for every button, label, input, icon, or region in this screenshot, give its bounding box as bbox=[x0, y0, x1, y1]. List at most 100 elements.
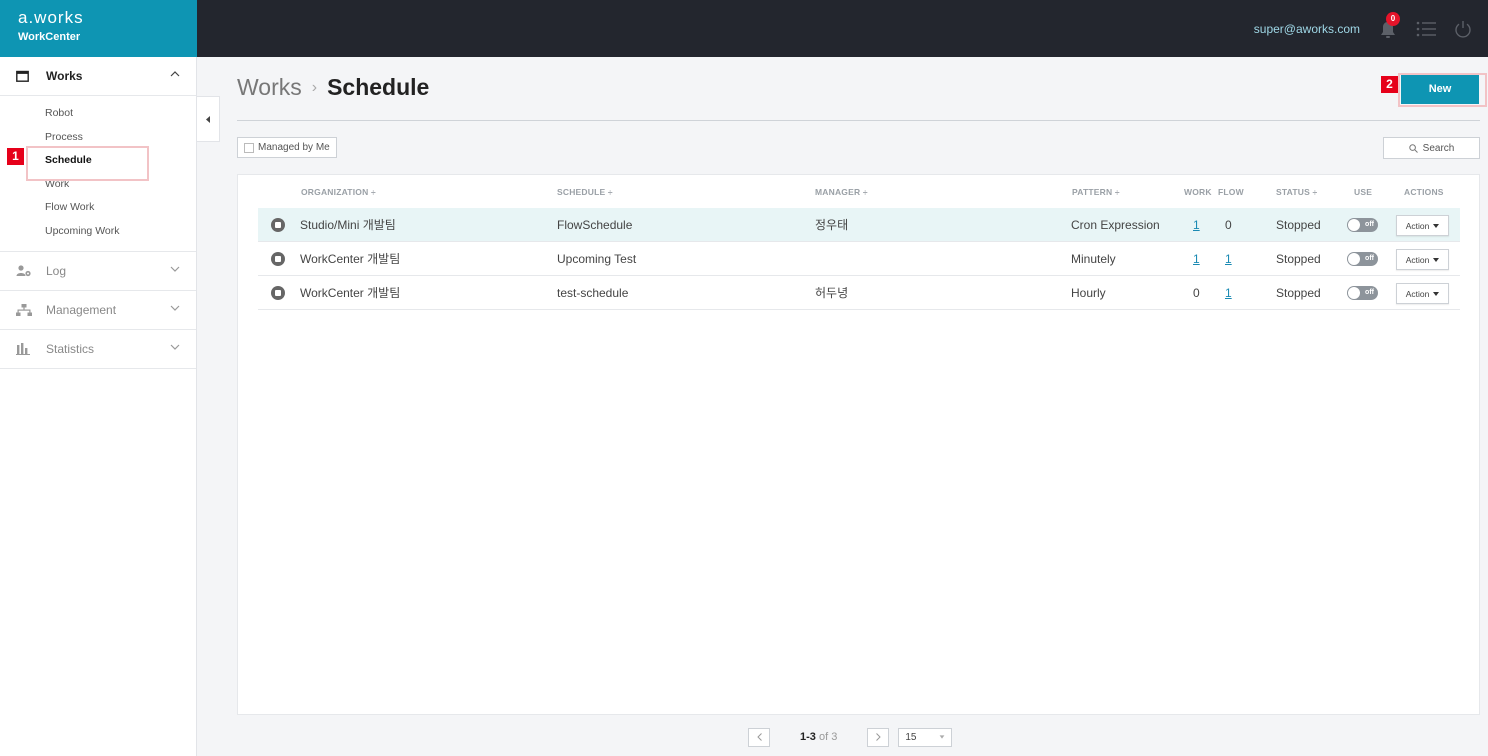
cell-flow-link[interactable]: 1 bbox=[1225, 276, 1232, 310]
use-toggle[interactable]: off bbox=[1347, 252, 1378, 266]
list-menu-icon[interactable] bbox=[1416, 21, 1436, 37]
sidebar-item-flow-work[interactable]: Flow Work bbox=[0, 196, 196, 220]
toggle-knob bbox=[1348, 253, 1360, 265]
cell-schedule: FlowSchedule bbox=[557, 218, 633, 232]
table-row[interactable]: WorkCenter 개발팀 test-schedule 허두녕 Hourly … bbox=[258, 276, 1460, 310]
chevron-up-icon bbox=[170, 71, 180, 77]
action-dropdown-button[interactable]: Action bbox=[1396, 249, 1449, 270]
stop-status-icon bbox=[271, 252, 285, 266]
column-header-schedule[interactable]: SCHEDULE ÷ bbox=[557, 187, 613, 197]
breadcrumb-separator-icon: › bbox=[311, 78, 318, 96]
title-divider bbox=[237, 120, 1480, 121]
managed-by-me-filter[interactable]: Managed by Me bbox=[237, 137, 337, 158]
use-toggle[interactable]: off bbox=[1347, 218, 1378, 232]
chevron-left-icon bbox=[756, 733, 762, 741]
sidebar-section-management[interactable]: Management bbox=[0, 291, 196, 330]
caret-down-icon bbox=[1433, 291, 1440, 296]
user-settings-icon bbox=[16, 265, 34, 277]
cell-pattern: Minutely bbox=[1071, 252, 1116, 266]
page-size-value: 15 bbox=[905, 731, 917, 743]
user-email[interactable]: super@aworks.com bbox=[1254, 22, 1360, 36]
cell-status: Stopped bbox=[1276, 218, 1321, 232]
search-button[interactable]: Search bbox=[1383, 137, 1480, 159]
sidebar-section-statistics[interactable]: Statistics bbox=[0, 330, 196, 369]
stop-status-icon bbox=[271, 218, 285, 232]
page-range: 1-3 bbox=[800, 731, 816, 743]
cell-flow-link[interactable]: 1 bbox=[1225, 242, 1232, 276]
highlight-box-1 bbox=[26, 146, 149, 181]
brand[interactable]: a.works WorkCenter bbox=[0, 0, 197, 57]
toggle-label: off bbox=[1365, 289, 1374, 296]
org-chart-icon bbox=[16, 304, 34, 316]
column-header-work: WORK bbox=[1184, 187, 1212, 197]
toggle-label: off bbox=[1365, 255, 1374, 262]
search-label: Search bbox=[1422, 142, 1455, 154]
cell-pattern: Hourly bbox=[1071, 286, 1106, 300]
sidebar-collapse-button[interactable] bbox=[197, 96, 220, 142]
calendar-icon bbox=[16, 70, 34, 82]
chevron-down-icon bbox=[170, 305, 180, 311]
cell-status: Stopped bbox=[1276, 286, 1321, 300]
sidebar-section-label: Works bbox=[46, 69, 83, 83]
sidebar-section-label: Log bbox=[46, 264, 67, 278]
checkbox-icon bbox=[244, 142, 254, 153]
cell-pattern: Cron Expression bbox=[1071, 218, 1160, 232]
action-label: Action bbox=[1405, 254, 1430, 265]
filter-label: Managed by Me bbox=[258, 142, 330, 153]
breadcrumb-parent[interactable]: Works bbox=[237, 74, 302, 101]
cell-work-link[interactable]: 1 bbox=[1193, 208, 1200, 242]
action-label: Action bbox=[1405, 288, 1430, 299]
page-info: 1-3 of 3 bbox=[800, 731, 837, 743]
table-row[interactable]: Studio/Mini 개발팀 FlowSchedule 정우태 Cron Ex… bbox=[258, 208, 1460, 242]
table-row[interactable]: WorkCenter 개발팀 Upcoming Test Minutely 1 … bbox=[258, 242, 1460, 276]
sidebar-item-robot[interactable]: Robot bbox=[0, 102, 196, 126]
column-header-pattern[interactable]: PATTERN ÷ bbox=[1072, 187, 1120, 197]
page-title: Works › Schedule bbox=[237, 74, 429, 101]
toggle-knob bbox=[1348, 287, 1360, 299]
schedule-table: ORGANIZATION ÷ SCHEDULE ÷ MANAGER ÷ PATT… bbox=[237, 174, 1480, 715]
caret-down-icon bbox=[939, 735, 945, 739]
brand-logo: a.works bbox=[18, 8, 84, 27]
pagination: 1-3 of 3 15 bbox=[748, 727, 953, 747]
column-header-flow: FLOW bbox=[1218, 187, 1244, 197]
action-dropdown-button[interactable]: Action bbox=[1396, 215, 1449, 236]
cell-organization: WorkCenter 개발팀 bbox=[300, 252, 401, 266]
cell-schedule: Upcoming Test bbox=[557, 252, 637, 266]
cell-flow: 0 bbox=[1225, 218, 1232, 232]
power-icon[interactable] bbox=[1454, 20, 1472, 38]
top-bar: a.works WorkCenter super@aworks.com 0 bbox=[0, 0, 1488, 57]
next-page-button[interactable] bbox=[867, 727, 890, 747]
column-header-status[interactable]: STATUS ÷ bbox=[1276, 187, 1317, 197]
sidebar-section-works[interactable]: Works bbox=[0, 57, 196, 96]
sidebar-section-log[interactable]: Log bbox=[0, 252, 196, 291]
chevron-down-icon bbox=[170, 266, 180, 272]
header-actions: super@aworks.com 0 bbox=[1254, 0, 1472, 57]
cell-schedule: test-schedule bbox=[557, 286, 629, 300]
sidebar-item-upcoming-work[interactable]: Upcoming Work bbox=[0, 220, 196, 244]
caret-down-icon bbox=[1433, 257, 1440, 262]
cell-manager: 허두녕 bbox=[815, 286, 849, 300]
column-header-organization[interactable]: ORGANIZATION ÷ bbox=[301, 187, 376, 197]
action-label: Action bbox=[1405, 220, 1430, 231]
action-dropdown-button[interactable]: Action bbox=[1396, 283, 1449, 304]
use-toggle[interactable]: off bbox=[1347, 286, 1378, 300]
chevron-down-icon bbox=[170, 344, 180, 350]
brand-product: WorkCenter bbox=[18, 31, 81, 43]
cell-work-link[interactable]: 1 bbox=[1193, 242, 1200, 276]
chevron-right-icon bbox=[875, 733, 881, 741]
notification-badge: 0 bbox=[1386, 11, 1400, 26]
column-header-manager[interactable]: MANAGER ÷ bbox=[815, 187, 868, 197]
new-button[interactable]: New bbox=[1401, 75, 1479, 104]
annotation-label-2: 2 bbox=[1381, 76, 1398, 93]
page-size-select[interactable]: 15 bbox=[898, 727, 953, 747]
search-icon bbox=[1408, 143, 1418, 153]
bar-chart-icon bbox=[16, 343, 34, 355]
column-header-actions: ACTIONS bbox=[1404, 187, 1444, 197]
annotation-label-1: 1 bbox=[7, 148, 24, 165]
page-total: of 3 bbox=[818, 731, 838, 743]
prev-page-button[interactable] bbox=[748, 727, 770, 747]
toggle-label: off bbox=[1365, 221, 1374, 228]
cell-status: Stopped bbox=[1276, 252, 1321, 266]
cell-organization: Studio/Mini 개발팀 bbox=[300, 218, 396, 232]
notification-button[interactable]: 0 bbox=[1378, 11, 1400, 39]
